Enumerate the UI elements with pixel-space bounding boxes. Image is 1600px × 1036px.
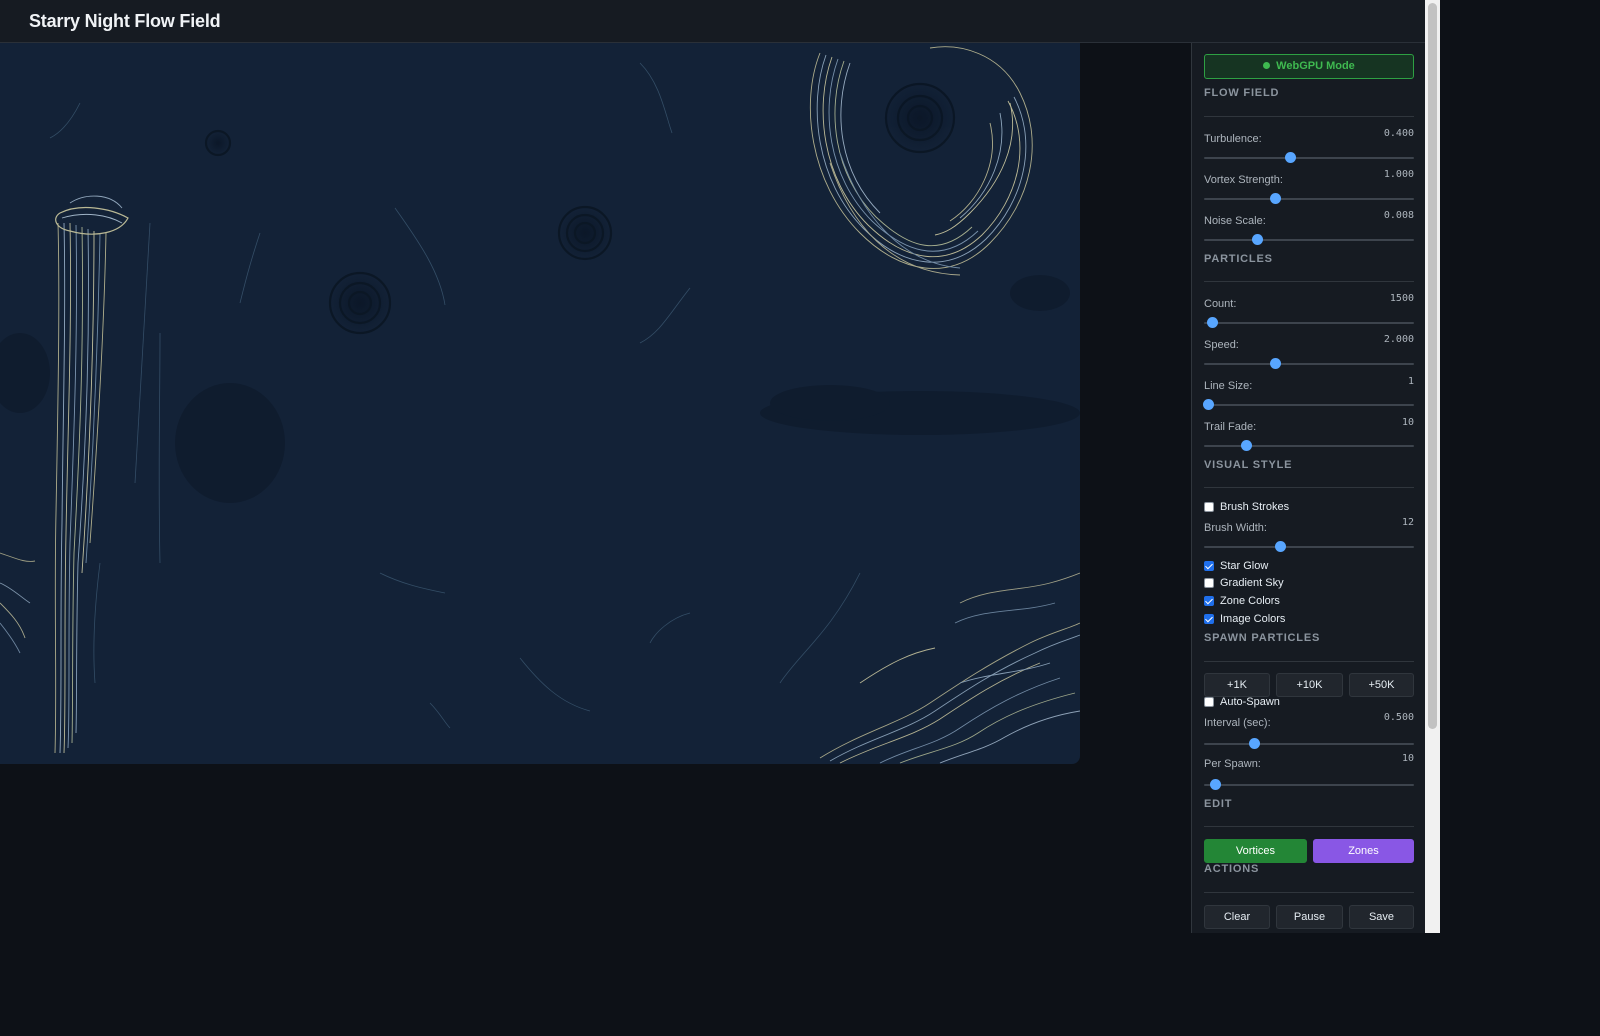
trail-fade-slider-thumb[interactable] <box>1241 440 1252 451</box>
top-bar: Starry Night Flow Field <box>0 0 1425 43</box>
interval-value: 0.500 <box>1383 712 1414 723</box>
page-scrollbar[interactable] <box>1425 0 1440 933</box>
checkbox-box[interactable] <box>1204 614 1214 624</box>
brush-width-label: Brush Width: <box>1204 522 1267 534</box>
count-slider-thumb[interactable] <box>1207 317 1219 328</box>
star-glow-label: Star Glow <box>1220 560 1269 572</box>
control-panel: WebGPU Mode FLOW FIELD Turbulence: 0.400… <box>1191 43 1425 933</box>
scrollbar-thumb[interactable] <box>1428 3 1437 729</box>
speed-slider[interactable] <box>1204 358 1414 369</box>
section-title-edit: EDIT <box>1204 798 1233 810</box>
count-slider[interactable] <box>1204 317 1414 328</box>
speed-slider-thumb[interactable] <box>1270 358 1282 369</box>
zone-colors-checkbox[interactable]: Zone Colors <box>1204 593 1280 609</box>
checkbox-box[interactable] <box>1204 561 1214 571</box>
image-colors-checkbox[interactable]: Image Colors <box>1204 611 1285 627</box>
interval-slider-thumb[interactable] <box>1249 738 1261 749</box>
faint-trails <box>49 62 861 729</box>
webgpu-mode-badge: WebGPU Mode <box>1204 54 1414 79</box>
section-title-particles: PARTICLES <box>1204 253 1273 265</box>
noise-scale-label: Noise Scale: <box>1204 215 1266 227</box>
line-size-value: 1 <box>1407 376 1414 387</box>
checkbox-box[interactable] <box>1204 578 1214 588</box>
image-colors-label: Image Colors <box>1220 613 1286 625</box>
vortex-strength-slider[interactable] <box>1204 193 1414 204</box>
vortex-strength-slider-thumb[interactable] <box>1270 193 1282 204</box>
per-spawn-value: 10 <box>1401 753 1414 764</box>
pause-button[interactable]: Pause <box>1276 905 1343 929</box>
interval-slider[interactable] <box>1204 738 1414 749</box>
interval-label: Interval (sec): <box>1204 717 1271 729</box>
turbulence-value: 0.400 <box>1383 128 1414 139</box>
speed-value: 2.000 <box>1383 334 1414 345</box>
noise-scale-value: 0.008 <box>1383 210 1414 221</box>
vortex-strength-label: Vortex Strength: <box>1204 174 1283 186</box>
section-divider <box>1204 487 1414 488</box>
top-right-swirl <box>809 46 1033 276</box>
spawn-10k-button[interactable]: +10K <box>1276 673 1343 697</box>
section-title-visual-style: VISUAL STYLE <box>1204 459 1293 471</box>
trail-fade-value: 10 <box>1401 417 1414 428</box>
brush-width-slider-thumb[interactable] <box>1274 541 1286 552</box>
status-dot-icon <box>1263 62 1271 69</box>
speed-label: Speed: <box>1204 339 1239 351</box>
section-title-spawn-particles: SPAWN PARTICLES <box>1204 632 1321 644</box>
gradient-sky-label: Gradient Sky <box>1220 577 1284 589</box>
gradient-sky-checkbox[interactable]: Gradient Sky <box>1204 575 1284 591</box>
count-label: Count: <box>1204 298 1237 310</box>
auto-spawn-label: Auto-Spawn <box>1220 696 1280 708</box>
section-title-flow-field: FLOW FIELD <box>1204 87 1280 99</box>
auto-spawn-checkbox[interactable]: Auto-Spawn <box>1204 694 1280 710</box>
flow-field-canvas[interactable] <box>0 43 1080 764</box>
brush-width-slider[interactable] <box>1204 541 1414 552</box>
trail-fade-slider[interactable] <box>1204 440 1414 451</box>
checkbox-box[interactable] <box>1204 697 1214 707</box>
brush-width-value: 12 <box>1401 517 1414 528</box>
mode-label: WebGPU Mode <box>1276 60 1355 72</box>
vortex-strength-value: 1.000 <box>1383 169 1414 180</box>
line-size-label: Line Size: <box>1204 380 1253 392</box>
vortices-button[interactable]: Vortices <box>1204 839 1307 863</box>
app-title: Starry Night Flow Field <box>29 11 221 31</box>
save-button[interactable]: Save <box>1349 905 1414 929</box>
section-divider <box>1204 826 1414 827</box>
trail-fade-label: Trail Fade: <box>1204 421 1257 433</box>
zones-button[interactable]: Zones <box>1313 839 1414 863</box>
turbulence-slider[interactable] <box>1204 152 1414 163</box>
noise-scale-slider-thumb[interactable] <box>1251 234 1263 245</box>
per-spawn-slider-thumb[interactable] <box>1209 779 1221 790</box>
flow-field-artwork <box>0 46 1080 764</box>
section-divider <box>1204 116 1414 117</box>
brush-strokes-label: Brush Strokes <box>1220 501 1290 513</box>
bottom-right-waves <box>819 572 1080 764</box>
zone-colors-label: Zone Colors <box>1220 595 1280 607</box>
left-column <box>54 195 129 754</box>
line-size-slider[interactable] <box>1203 399 1414 410</box>
brush-strokes-checkbox[interactable]: Brush Strokes <box>1204 499 1289 515</box>
section-divider <box>1204 661 1414 662</box>
count-value: 1500 <box>1389 293 1414 304</box>
line-size-slider-thumb[interactable] <box>1203 399 1215 410</box>
turbulence-label: Turbulence: <box>1204 133 1262 145</box>
section-title-actions: ACTIONS <box>1204 863 1260 875</box>
checkbox-box[interactable] <box>1204 502 1214 512</box>
per-spawn-slider[interactable] <box>1204 779 1414 790</box>
noise-scale-slider[interactable] <box>1204 234 1414 245</box>
section-divider <box>1204 892 1414 893</box>
checkbox-box[interactable] <box>1204 596 1214 606</box>
dark-vortices <box>204 82 956 335</box>
spawn-50k-button[interactable]: +50K <box>1349 673 1414 697</box>
clear-button[interactable]: Clear <box>1204 905 1270 929</box>
turbulence-slider-thumb[interactable] <box>1285 152 1297 163</box>
per-spawn-label: Per Spawn: <box>1204 758 1261 770</box>
dark-streaks <box>0 275 1080 503</box>
section-divider <box>1204 281 1414 282</box>
star-glow-checkbox[interactable]: Star Glow <box>1204 558 1268 574</box>
bottom-left-waves <box>0 552 36 654</box>
